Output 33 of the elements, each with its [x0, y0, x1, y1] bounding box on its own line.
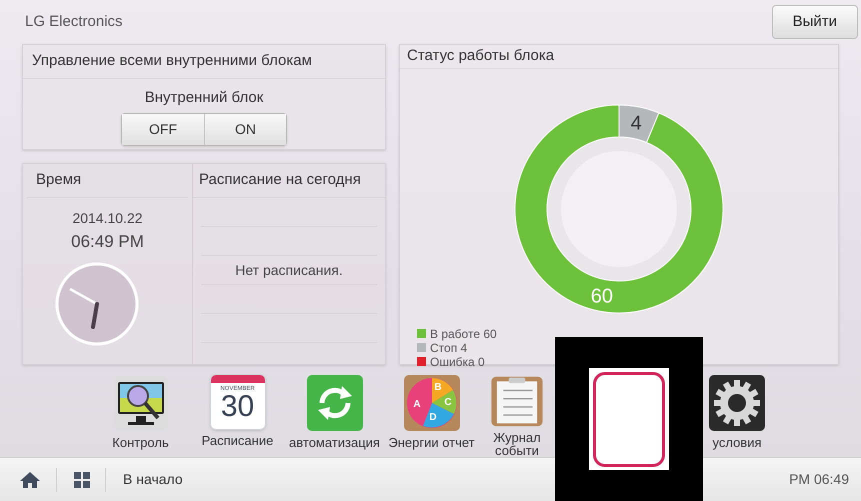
logout-button[interactable]: Выйти	[772, 5, 858, 39]
brand-title: LG Electronics	[25, 12, 123, 32]
home-icon[interactable]	[19, 470, 41, 488]
no-schedule-text: Нет расписания.	[235, 260, 343, 280]
dock-app-button[interactable]: A B C D Энергии отчет	[383, 374, 480, 457]
donut-value-label: 60	[590, 284, 613, 307]
panel-title: Время	[36, 170, 82, 190]
legend-label: Ошибка 0	[430, 356, 485, 368]
analog-clock-icon	[54, 260, 140, 346]
refresh-arrows-icon	[306, 374, 364, 432]
panel-title: Управление всеми внутренними блокам	[32, 51, 312, 72]
legend-label: В работе 60	[430, 328, 497, 340]
legend-label: Стоп 4	[430, 342, 468, 354]
donut-value-label: 4	[630, 112, 642, 134]
power-toggle-button[interactable]: ON	[204, 114, 286, 144]
dock-app-button[interactable]: Контроль	[92, 374, 189, 457]
calendar-header-bar	[210, 375, 264, 383]
home-link[interactable]: В начало	[123, 469, 183, 490]
panel-title: Статус работы блока	[407, 46, 554, 66]
power-toggle-button[interactable]: OFF	[122, 114, 204, 144]
dock-app-button[interactable]: условия	[704, 374, 770, 457]
status-time: PM 06:49	[789, 470, 849, 489]
calendar-day: 30	[220, 392, 254, 422]
time-text: 06:49 PM	[71, 231, 144, 253]
grid-icon[interactable]	[74, 472, 90, 488]
gear-icon	[708, 374, 766, 432]
dock-app-button[interactable]: автоматизация	[286, 374, 383, 457]
panel-title: Расписание на сегодня	[199, 170, 361, 190]
indoor-unit-label: Внутренний блок	[144, 88, 264, 108]
date-text: 2014.10.22	[72, 209, 143, 228]
dock-app-button[interactable]: Журнал событи	[480, 374, 554, 457]
monitor-magnifier-icon	[112, 374, 170, 432]
pie-chart-icon: A B C D	[402, 374, 460, 432]
